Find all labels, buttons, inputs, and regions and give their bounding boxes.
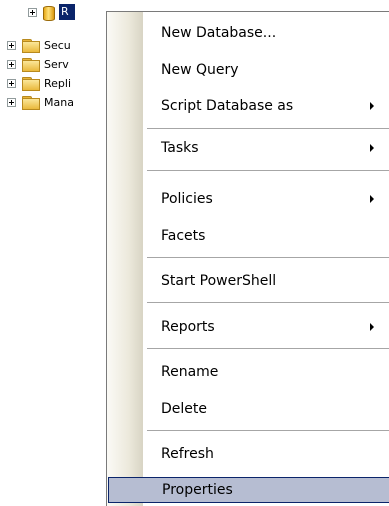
menu-item-tasks[interactable]: Tasks bbox=[107, 135, 389, 161]
folder-icon bbox=[22, 95, 40, 110]
tree-node-label: Secu bbox=[44, 38, 71, 52]
menu-item-delete[interactable]: Delete bbox=[107, 396, 389, 422]
tree-node-management[interactable]: Mana bbox=[7, 93, 74, 111]
database-label[interactable]: R bbox=[59, 4, 75, 20]
menu-item-start-powershell[interactable]: Start PowerShell bbox=[107, 268, 389, 294]
menu-item-policies[interactable]: Policies bbox=[107, 186, 389, 212]
menu-item-label: Policies bbox=[161, 191, 213, 207]
tree-node-database[interactable]: R bbox=[28, 3, 75, 21]
tree-node-security[interactable]: Secu bbox=[7, 36, 71, 54]
menu-item-label: Facets bbox=[161, 228, 206, 244]
menu-item-label: Reports bbox=[161, 319, 215, 335]
expand-icon[interactable] bbox=[28, 7, 37, 17]
tree-node-label: Serv bbox=[44, 57, 69, 71]
menu-item-rename[interactable]: Rename bbox=[107, 359, 389, 385]
expand-icon[interactable] bbox=[7, 78, 16, 88]
folder-icon bbox=[22, 57, 40, 72]
menu-item-refresh[interactable]: Refresh bbox=[107, 441, 389, 467]
menu-separator bbox=[147, 348, 389, 349]
folder-icon bbox=[22, 38, 40, 53]
folder-icon bbox=[22, 76, 40, 91]
tree-node-label: Mana bbox=[44, 95, 74, 109]
menu-icon-gutter bbox=[107, 12, 143, 506]
menu-separator bbox=[147, 170, 389, 171]
context-menu: New Database... New Query Script Databas… bbox=[106, 11, 389, 506]
expand-icon[interactable] bbox=[7, 97, 16, 107]
tree-node-server-objects[interactable]: Serv bbox=[7, 55, 69, 73]
menu-item-script-database-as[interactable]: Script Database as bbox=[107, 93, 389, 119]
menu-separator bbox=[147, 430, 389, 431]
submenu-arrow-icon bbox=[370, 323, 374, 331]
menu-item-reports[interactable]: Reports bbox=[107, 314, 389, 340]
menu-item-label: Tasks bbox=[161, 140, 199, 156]
menu-item-new-database[interactable]: New Database... bbox=[107, 20, 389, 46]
menu-item-label: Refresh bbox=[161, 446, 214, 462]
submenu-arrow-icon bbox=[370, 102, 374, 110]
menu-separator bbox=[147, 128, 389, 129]
expand-icon[interactable] bbox=[7, 59, 16, 69]
object-explorer-tree: R Secu Serv Repli Mana bbox=[0, 0, 110, 506]
menu-item-label: Properties bbox=[162, 482, 233, 498]
menu-item-label: New Database... bbox=[161, 25, 277, 41]
menu-item-label: Rename bbox=[161, 364, 219, 380]
expand-icon[interactable] bbox=[7, 40, 16, 50]
submenu-arrow-icon bbox=[370, 195, 374, 203]
menu-separator bbox=[147, 257, 389, 258]
menu-separator bbox=[147, 302, 389, 303]
menu-item-properties[interactable]: Properties bbox=[108, 477, 389, 503]
tree-node-label: Repli bbox=[44, 76, 72, 90]
menu-item-label: Script Database as bbox=[161, 98, 294, 114]
menu-item-new-query[interactable]: New Query bbox=[107, 57, 389, 83]
menu-item-label: Start PowerShell bbox=[161, 273, 277, 289]
menu-item-label: Delete bbox=[161, 401, 207, 417]
database-icon bbox=[43, 5, 55, 21]
tree-node-replication[interactable]: Repli bbox=[7, 74, 71, 92]
menu-item-facets[interactable]: Facets bbox=[107, 223, 389, 249]
menu-item-label: New Query bbox=[161, 62, 239, 78]
submenu-arrow-icon bbox=[370, 144, 374, 152]
